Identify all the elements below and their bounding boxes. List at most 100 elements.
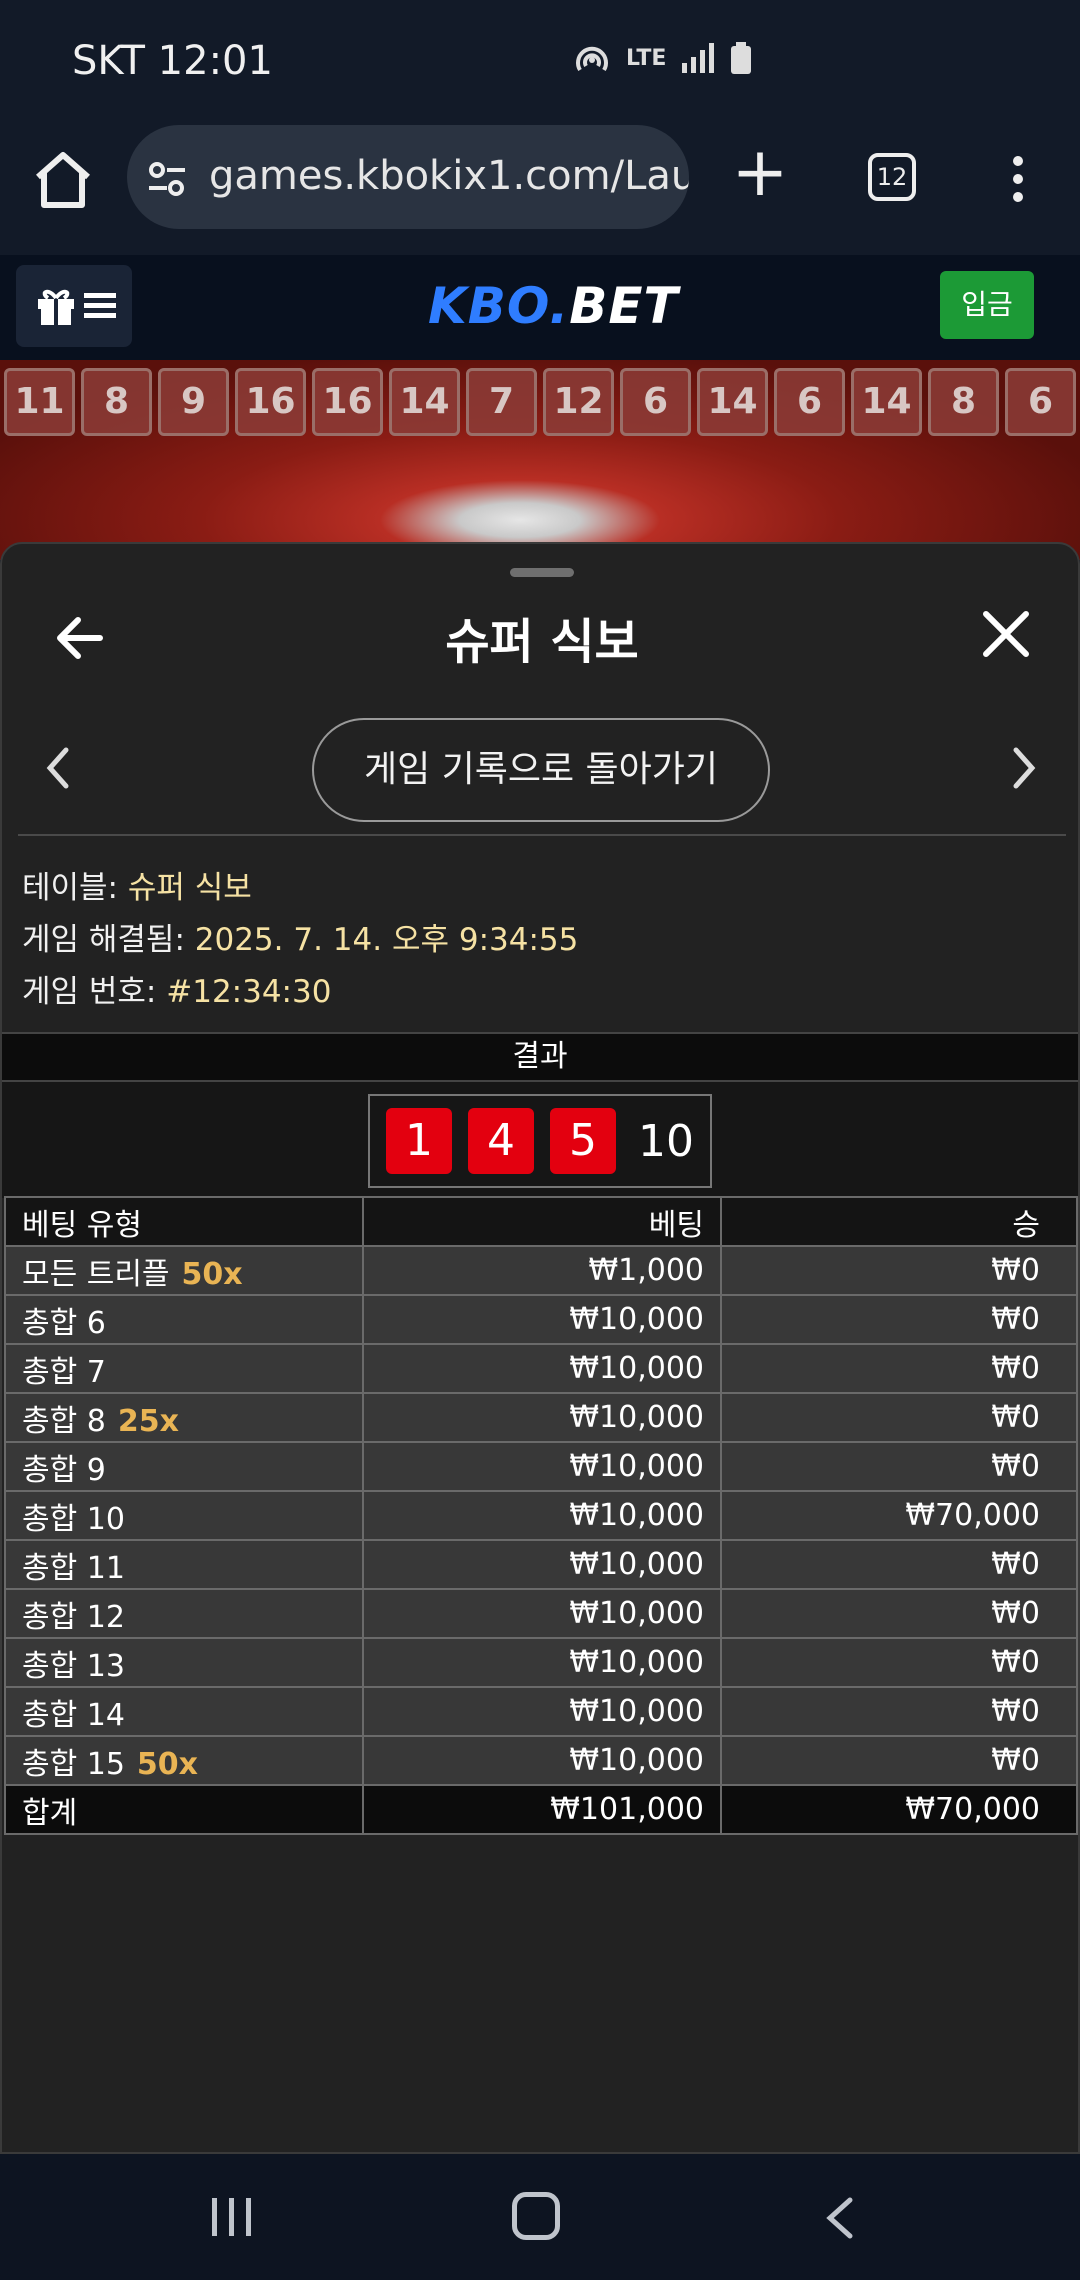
die: 5 xyxy=(550,1108,616,1174)
nav-home-icon[interactable] xyxy=(512,2192,560,2240)
history-chip: 11 xyxy=(4,368,75,436)
win-amount: ₩0 xyxy=(720,1245,1078,1296)
history-strip: 11 8 9 16 16 14 7 12 6 14 6 14 8 6 xyxy=(4,368,1076,436)
network-type: LTE xyxy=(626,45,667,71)
bet-type: 총합 6 xyxy=(22,1305,106,1341)
resolved-value: 2025. 7. 14. 오후 9:34:55 xyxy=(194,922,579,958)
history-chip: 16 xyxy=(235,368,306,436)
win-amount: ₩0 xyxy=(720,1343,1078,1394)
dice-total: 10 xyxy=(638,1115,694,1167)
table-row: 총합 15 50x ₩10,000 ₩0 xyxy=(4,1735,1078,1786)
bets-table: 베팅 유형 베팅 승 모든 트리플 50x ₩1,000 ₩0 총합 6 ₩10,000 ₩… xyxy=(4,1196,1078,1835)
signal-icon xyxy=(682,43,715,73)
bet-type: 총합 11 xyxy=(22,1550,125,1586)
tab-switcher-button[interactable]: 12 xyxy=(868,153,916,201)
resolved-label: 게임 해결됨: xyxy=(22,922,185,958)
tune-icon[interactable] xyxy=(147,159,187,199)
nav-back-icon[interactable] xyxy=(820,2194,860,2242)
site-logo[interactable]: KBO.BET xyxy=(428,277,679,335)
multiplier-badge: 25x xyxy=(117,1403,179,1439)
multiplier-badge: 50x xyxy=(181,1256,243,1292)
table-header-row: 베팅 유형 베팅 승 xyxy=(4,1196,1078,1247)
bet-type: 총합 12 xyxy=(22,1599,125,1635)
url-bar[interactable]: games.kbokix1.com/Laun xyxy=(127,125,689,229)
die: 4 xyxy=(468,1108,534,1174)
status-bar: SKT 12:01 LTE xyxy=(0,0,1080,125)
table-info: 테이블: 슈퍼 식보 xyxy=(22,862,252,907)
win-amount: ₩0 xyxy=(720,1588,1078,1639)
more-menu-icon[interactable] xyxy=(1000,153,1036,205)
table-row: 총합 7 ₩10,000 ₩0 xyxy=(4,1343,1078,1394)
bet-amount: ₩10,000 xyxy=(362,1441,722,1492)
bet-amount: ₩10,000 xyxy=(362,1490,722,1541)
bet-type-cell: 총합 14 xyxy=(4,1686,364,1737)
total-label: 합계 xyxy=(4,1784,364,1835)
bet-type-cell: 총합 10 xyxy=(4,1490,364,1541)
bet-amount: ₩10,000 xyxy=(362,1539,722,1590)
table-row: 총합 6 ₩10,000 ₩0 xyxy=(4,1294,1078,1345)
history-chip: 7 xyxy=(466,368,537,436)
results-area: 1 4 5 10 xyxy=(2,1082,1078,1198)
bet-amount: ₩1,000 xyxy=(362,1245,722,1296)
bet-type-cell: 총합 6 xyxy=(4,1294,364,1345)
game-number-info: 게임 번호: #12:34:30 xyxy=(22,966,331,1011)
home-icon[interactable] xyxy=(30,147,96,213)
recent-apps-icon[interactable] xyxy=(208,2194,256,2240)
bet-type-cell: 총합 9 xyxy=(4,1441,364,1492)
bet-type-cell: 총합 11 xyxy=(4,1539,364,1590)
bet-type-cell: 총합 12 xyxy=(4,1588,364,1639)
total-row: 합계 ₩101,000 ₩70,000 xyxy=(4,1784,1078,1835)
bet-amount: ₩10,000 xyxy=(362,1735,722,1786)
table-row: 총합 14 ₩10,000 ₩0 xyxy=(4,1686,1078,1737)
back-to-history-button[interactable]: 게임 기록으로 돌아가기 xyxy=(312,718,770,822)
history-chip: 8 xyxy=(928,368,999,436)
table-row: 총합 13 ₩10,000 ₩0 xyxy=(4,1637,1078,1688)
browser-toolbar: games.kbokix1.com/Laun + 12 xyxy=(0,125,1080,255)
win-amount: ₩0 xyxy=(720,1441,1078,1492)
bet-type: 총합 8 xyxy=(22,1403,106,1439)
chevron-left-icon[interactable] xyxy=(42,744,74,792)
history-chip: 16 xyxy=(312,368,383,436)
bet-amount: ₩10,000 xyxy=(362,1343,722,1394)
history-chip: 8 xyxy=(81,368,152,436)
header-win: 승 xyxy=(720,1196,1078,1247)
table-row: 총합 8 25x ₩10,000 ₩0 xyxy=(4,1392,1078,1443)
battery-icon xyxy=(731,42,752,74)
bet-amount: ₩10,000 xyxy=(362,1686,722,1737)
menu-button[interactable] xyxy=(16,265,132,347)
header-bet: 베팅 xyxy=(362,1196,722,1247)
die: 1 xyxy=(386,1108,452,1174)
panel-title: 슈퍼 식보 xyxy=(445,614,639,670)
drag-handle[interactable] xyxy=(510,568,574,577)
carrier-time: SKT 12:01 xyxy=(72,38,273,84)
bet-amount: ₩10,000 xyxy=(362,1637,722,1688)
win-amount: ₩0 xyxy=(720,1735,1078,1786)
game-video-area: 11 8 9 16 16 14 7 12 6 14 6 14 8 6 xyxy=(0,360,1080,560)
bet-type-cell: 모든 트리플 50x xyxy=(4,1245,364,1296)
history-chip: 14 xyxy=(697,368,768,436)
results-header: 결과 xyxy=(2,1032,1078,1082)
resolved-info: 게임 해결됨: 2025. 7. 14. 오후 9:34:55 xyxy=(22,914,578,959)
divider xyxy=(18,834,1066,836)
bet-type-cell: 총합 15 50x xyxy=(4,1735,364,1786)
history-chip: 9 xyxy=(158,368,229,436)
site-header: KBO.BET 입금 xyxy=(0,255,1080,360)
chevron-right-icon[interactable] xyxy=(1008,744,1040,792)
history-chip: 6 xyxy=(620,368,691,436)
bet-type-cell: 총합 8 25x xyxy=(4,1392,364,1443)
total-bet: ₩101,000 xyxy=(362,1784,722,1835)
table-row: 총합 9 ₩10,000 ₩0 xyxy=(4,1441,1078,1492)
bet-type: 총합 14 xyxy=(22,1697,125,1733)
history-chip: 12 xyxy=(543,368,614,436)
game-number-value: #12:34:30 xyxy=(166,974,332,1010)
url-text[interactable]: games.kbokix1.com/Laun xyxy=(209,153,689,199)
close-icon[interactable] xyxy=(980,608,1032,660)
bet-type: 총합 10 xyxy=(22,1501,125,1537)
hotspot-icon xyxy=(576,46,608,72)
deposit-button[interactable]: 입금 xyxy=(940,271,1034,339)
win-amount: ₩0 xyxy=(720,1392,1078,1443)
table-row: 총합 10 ₩10,000 ₩70,000 xyxy=(4,1490,1078,1541)
bet-type-cell: 총합 13 xyxy=(4,1637,364,1688)
new-tab-icon[interactable]: + xyxy=(730,139,790,207)
system-nav-bar xyxy=(0,2154,1080,2280)
